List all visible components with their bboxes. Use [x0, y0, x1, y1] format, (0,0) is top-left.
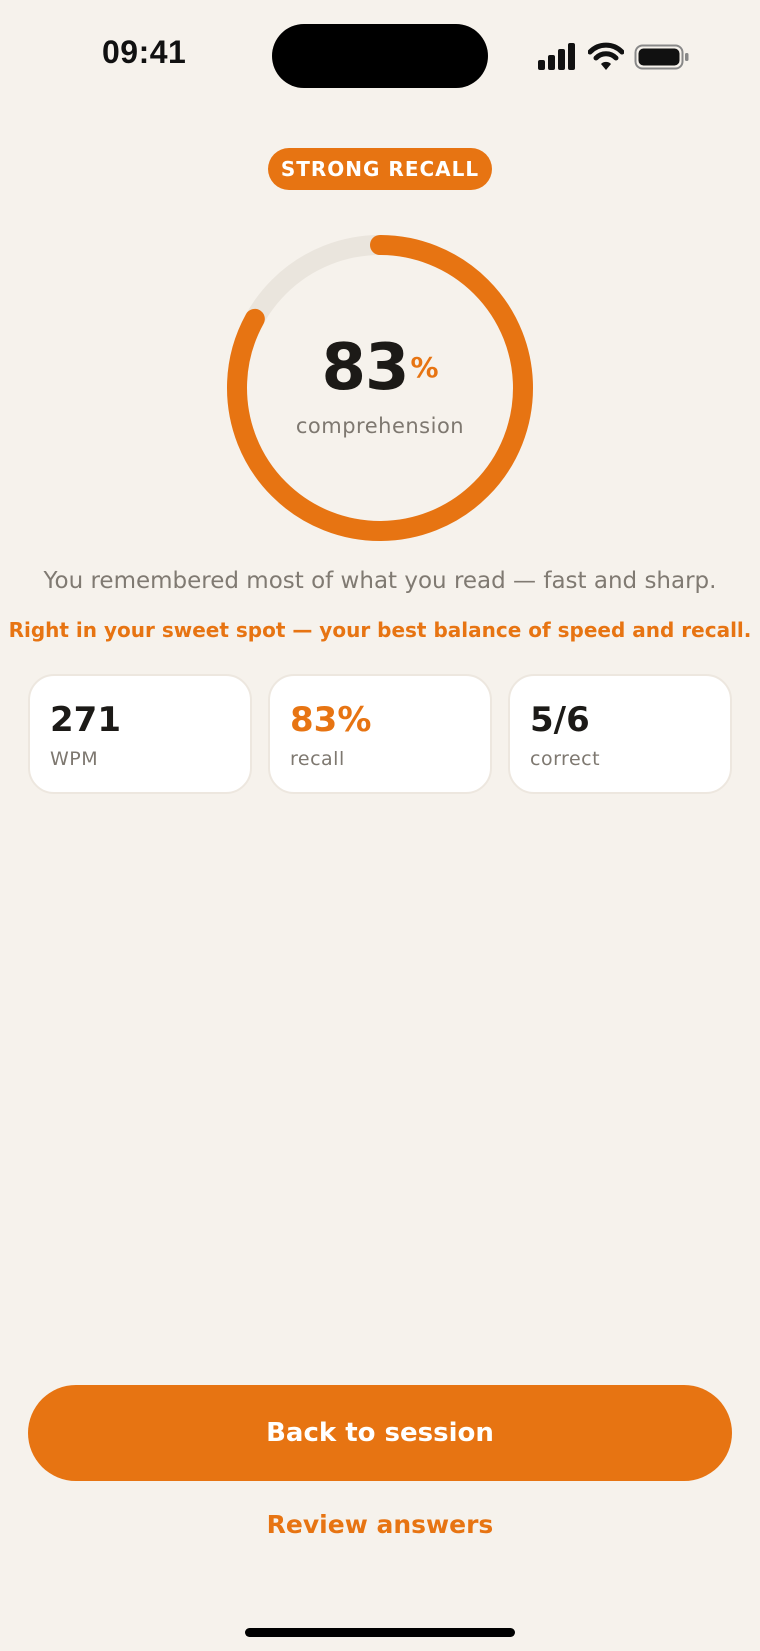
result-tip: Right in your sweet spot — your best bal… — [8, 618, 752, 642]
ring-center: 83 % comprehension — [220, 336, 540, 438]
comprehension-ring: 83 % comprehension — [220, 228, 540, 548]
stat-label: correct — [530, 748, 601, 770]
results-screen: 09:41 STRONG RECALL 83 % comprehension Y… — [0, 0, 760, 1651]
stat-value: 5/6 — [530, 700, 590, 740]
dynamic-island — [272, 24, 488, 88]
recall-level-badge: STRONG RECALL — [268, 148, 492, 190]
review-answers-link[interactable]: Review answers — [230, 1502, 530, 1546]
stat-value: 83% — [290, 700, 372, 740]
stat-card-recall: 83% recall — [268, 674, 492, 794]
battery-icon — [634, 44, 689, 70]
stat-value: 271 — [50, 700, 121, 740]
comprehension-unit: % — [410, 351, 439, 384]
wifi-icon — [588, 42, 624, 70]
comprehension-label: comprehension — [295, 414, 465, 438]
cellular-signal-icon — [538, 43, 575, 70]
status-icons — [538, 40, 690, 72]
home-indicator — [245, 1628, 515, 1637]
comprehension-value: 83 — [321, 331, 409, 405]
stat-card-correct: 5/6 correct — [508, 674, 732, 794]
status-time: 09:41 — [102, 34, 187, 70]
back-to-session-button[interactable]: Back to session — [28, 1385, 732, 1481]
stat-label: recall — [290, 748, 345, 770]
result-message: You remembered most of what you read — f… — [43, 568, 717, 594]
stat-card-wpm: 271 WPM — [28, 674, 252, 794]
stat-label: WPM — [50, 748, 99, 770]
